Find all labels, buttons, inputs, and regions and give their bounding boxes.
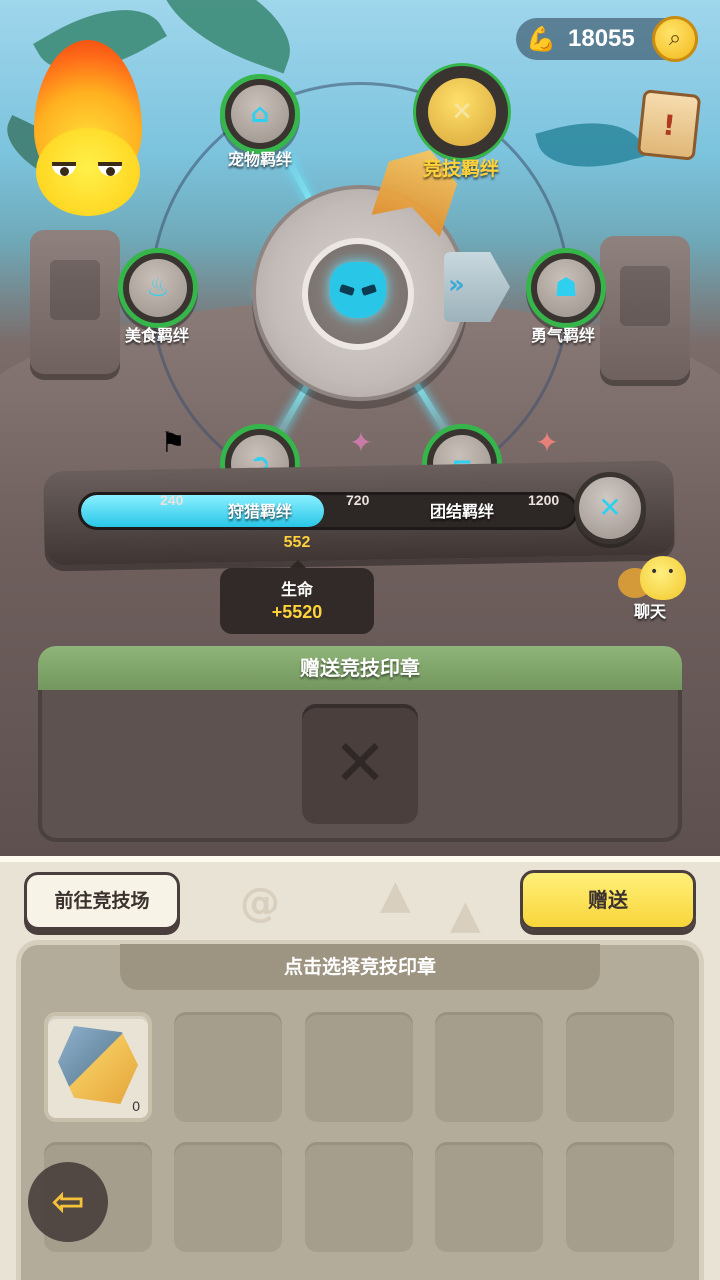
gift-panel: 赠送竞技印章 ✕	[38, 646, 682, 842]
stone-totem-left	[30, 230, 120, 380]
spiral-decoration: @	[240, 880, 280, 926]
chat-button[interactable]: 聊天	[616, 556, 696, 622]
mascot-eye	[98, 162, 122, 176]
chat-face-icon	[640, 556, 686, 600]
search-button[interactable]: ⌕	[652, 16, 698, 62]
inventory-header: 点击选择竞技印章	[120, 944, 600, 990]
gift-header: 赠送竞技印章	[38, 646, 682, 690]
currency-value: 18055	[568, 25, 635, 52]
arm-muscle-icon: 💪	[526, 25, 556, 53]
chat-label: 聊天	[633, 602, 666, 621]
triangle-decoration: ▲	[380, 872, 411, 918]
food-icon: ♨	[146, 273, 170, 303]
back-arrow-icon: ⇦	[51, 1179, 85, 1225]
inventory-header-label: 点击选择竞技印章	[283, 956, 436, 978]
inventory-slot[interactable]	[566, 1142, 674, 1252]
reward-tooltip: 生命 +5520	[220, 560, 374, 634]
quest-scroll-icon: !	[660, 108, 678, 143]
inventory-slot[interactable]	[174, 1012, 282, 1122]
gift-button-label: 赠送	[588, 888, 628, 912]
star-reward-icon[interactable]: ✦	[530, 426, 564, 460]
arena-seal-placeholder-icon: ✕	[333, 727, 387, 801]
flag-icon: ⚑	[160, 426, 186, 459]
bond-node-pet[interactable]: ⌂	[220, 74, 300, 154]
core-emblem	[302, 238, 414, 350]
bond-label-unity: 团结羁绊	[429, 502, 494, 521]
goto-arena-button[interactable]: 前往竞技场	[24, 872, 180, 930]
bond-label-courage: 勇气羁绊	[530, 326, 595, 345]
pet-icon: ⌂	[250, 99, 270, 129]
arena-swords-icon: ✕	[598, 491, 622, 524]
bond-node-courage[interactable]: ☗	[526, 248, 606, 328]
quest-scroll-button[interactable]: !	[636, 89, 702, 161]
tooltip-bonus: +5520	[271, 602, 323, 622]
bond-label-food: 美食羁绊	[124, 326, 189, 345]
arena-reward-badge[interactable]: ✕	[574, 472, 646, 544]
bond-label-hunt: 狩猎羁绊	[227, 502, 292, 521]
stone-totem-right	[600, 236, 690, 386]
inventory-slot[interactable]	[566, 1012, 674, 1122]
milestone-label: 240	[160, 492, 184, 508]
search-icon: ⌕	[668, 26, 682, 51]
palm-leaf	[142, 0, 308, 74]
inventory-slot[interactable]	[174, 1142, 282, 1252]
inventory-slot[interactable]	[435, 1012, 543, 1122]
gift-seal-slot[interactable]: ✕	[302, 704, 418, 824]
gift-title: 赠送竞技印章	[300, 656, 420, 680]
inventory-slot[interactable]	[435, 1142, 543, 1252]
bond-label-arena: 竞技羁绊	[422, 158, 499, 180]
bond-node-food[interactable]: ♨	[118, 248, 198, 328]
milestone-label: 720	[346, 492, 370, 508]
back-button[interactable]: ⇦	[28, 1162, 108, 1242]
arena-seal-stone-icon	[58, 1026, 138, 1104]
bond-node-arena[interactable]: ✕	[416, 66, 508, 158]
bond-label-pet: 宠物羁绊	[227, 150, 292, 169]
milestone-label: 1200	[528, 492, 560, 508]
inventory-slot[interactable]	[305, 1012, 413, 1122]
arena-swords-icon: ✕	[451, 97, 473, 127]
chevron-right-icon: »	[448, 270, 465, 300]
courage-icon: ☗	[554, 273, 578, 303]
star-reward-icon[interactable]: ✦	[344, 426, 378, 460]
gift-button[interactable]: 赠送	[520, 870, 696, 930]
fire-spirit-mascot	[28, 40, 148, 216]
triangle-decoration: ▲	[450, 892, 481, 938]
current-progress-value: 552	[283, 534, 311, 551]
palm-leaf	[535, 107, 645, 183]
goto-arena-label: 前往竞技场	[54, 890, 150, 912]
tooltip-stat: 生命	[280, 580, 313, 599]
item-count: 0	[132, 1098, 140, 1114]
mascot-face	[36, 128, 140, 216]
inventory-slot[interactable]: 0	[44, 1012, 152, 1122]
inventory-slot[interactable]	[305, 1142, 413, 1252]
mascot-eye	[52, 162, 76, 176]
blue-spirit-icon	[330, 262, 386, 318]
